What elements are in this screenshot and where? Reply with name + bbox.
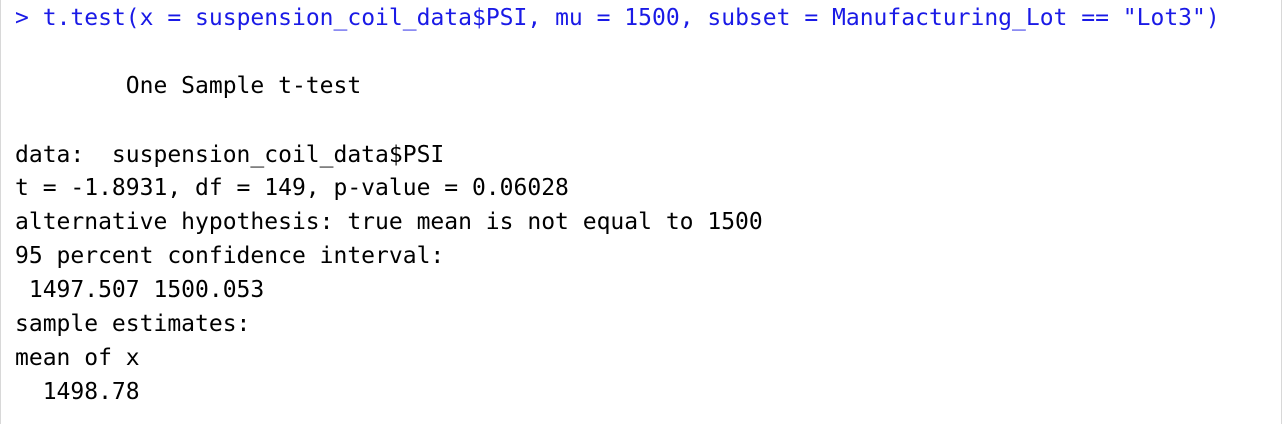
test-title: One Sample t-test [15, 73, 362, 99]
command-line[interactable]: > t.test(x = suspension_coil_data$PSI, m… [15, 3, 1220, 33]
mean-value: 1498.78 [15, 379, 140, 405]
stats-line: t = -1.8931, df = 149, p-value = 0.06028 [15, 175, 569, 201]
mean-label: mean of x [15, 345, 140, 371]
confidence-interval-values: 1497.507 1500.053 [15, 277, 265, 303]
command-text: t.test(x = suspension_coil_data$PSI, mu … [42, 5, 1220, 31]
confidence-interval-label: 95 percent confidence interval: [15, 243, 445, 269]
sample-estimates-label: sample estimates: [15, 311, 251, 337]
data-line: data: suspension_coil_data$PSI [15, 142, 445, 168]
alternative-hypothesis-line: alternative hypothesis: true mean is not… [15, 209, 763, 235]
r-console[interactable]: > t.test(x = suspension_coil_data$PSI, m… [0, 0, 1282, 424]
console-prompt: > [15, 5, 29, 31]
